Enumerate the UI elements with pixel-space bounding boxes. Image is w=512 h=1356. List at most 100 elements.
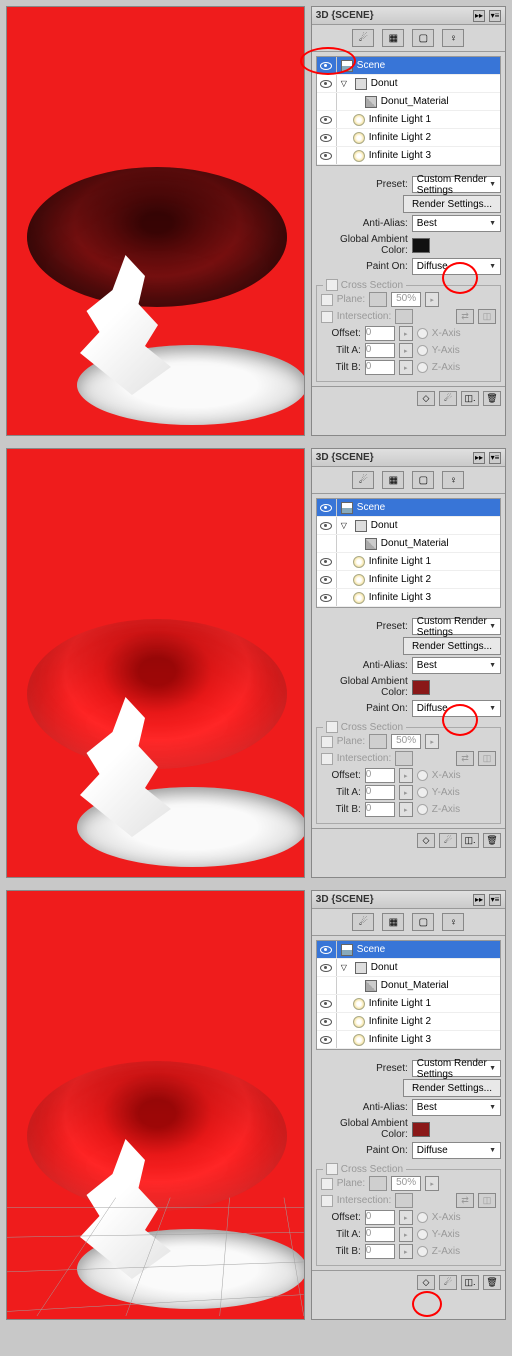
tree-row-donut[interactable]: ▽Donut xyxy=(317,959,500,977)
tree-row-light3[interactable]: Infinite Light 3 xyxy=(317,1031,500,1049)
eye-icon[interactable] xyxy=(320,1000,332,1008)
plane-color-swatch[interactable] xyxy=(369,734,387,749)
menu-icon[interactable]: ▾≡ xyxy=(489,894,501,906)
toggle-light-icon[interactable]: ☄ xyxy=(439,833,457,848)
tilta-input[interactable]: 0 xyxy=(365,1227,395,1242)
stepper-icon[interactable]: ▸ xyxy=(399,1244,413,1259)
eye-icon[interactable] xyxy=(320,80,332,88)
flip-icon[interactable]: ⇄ xyxy=(456,309,474,324)
tree-row-material[interactable]: Donut_Material xyxy=(317,93,500,111)
intersection-checkbox[interactable] xyxy=(321,1195,333,1207)
antialias-dropdown[interactable]: Best xyxy=(412,215,501,232)
tree-row-scene[interactable]: Scene xyxy=(317,941,500,959)
scene-tree[interactable]: Scene ▽Donut Donut_Material Infinite Lig… xyxy=(316,498,501,608)
tree-row-light2[interactable]: Infinite Light 2 xyxy=(317,129,500,147)
eye-icon[interactable] xyxy=(320,504,332,512)
eye-icon[interactable] xyxy=(320,1018,332,1026)
offset-input[interactable]: 0 xyxy=(365,326,395,341)
delete-icon[interactable]: 🗑 xyxy=(483,391,501,406)
xaxis-radio[interactable] xyxy=(417,1212,428,1223)
eye-icon[interactable] xyxy=(320,116,332,124)
tree-row-light3[interactable]: Infinite Light 3 xyxy=(317,589,500,607)
cross-section-checkbox[interactable] xyxy=(326,279,338,291)
eye-icon[interactable] xyxy=(320,964,332,972)
xaxis-radio[interactable] xyxy=(417,770,428,781)
tree-row-donut[interactable]: ▽Donut xyxy=(317,75,500,93)
align-icon[interactable]: ◫ xyxy=(478,1193,496,1208)
delete-icon[interactable]: 🗑 xyxy=(483,833,501,848)
eye-icon[interactable] xyxy=(320,152,332,160)
align-icon[interactable]: ◫ xyxy=(478,751,496,766)
eye-icon[interactable] xyxy=(320,134,332,142)
new-light-icon[interactable]: ◫. xyxy=(461,1275,479,1290)
toggle-light-icon[interactable]: ☄ xyxy=(439,391,457,406)
filter-scene-icon[interactable]: ☄ xyxy=(352,913,374,931)
new-light-icon[interactable]: ◫. xyxy=(461,391,479,406)
yaxis-radio[interactable] xyxy=(417,345,428,356)
zaxis-radio[interactable] xyxy=(417,804,428,815)
yaxis-radio[interactable] xyxy=(417,1229,428,1240)
tree-row-scene[interactable]: Scene xyxy=(317,499,500,517)
zaxis-radio[interactable] xyxy=(417,362,428,373)
tiltb-input[interactable]: 0 xyxy=(365,360,395,375)
tree-row-scene[interactable]: Scene xyxy=(317,57,500,75)
stepper-icon[interactable]: ▸ xyxy=(399,768,413,783)
plane-checkbox[interactable] xyxy=(321,294,333,306)
render-settings-button[interactable]: Render Settings... xyxy=(403,637,501,655)
painton-dropdown[interactable]: Diffuse xyxy=(412,1142,501,1159)
preset-dropdown[interactable]: Custom Render Settings xyxy=(412,1060,501,1077)
tilta-input[interactable]: 0 xyxy=(365,343,395,358)
eye-icon[interactable] xyxy=(320,62,332,70)
menu-icon[interactable]: ▾≡ xyxy=(489,10,501,22)
plane-opacity-input[interactable]: 50% xyxy=(391,734,421,749)
intersection-color-swatch[interactable] xyxy=(395,751,413,766)
toggle-ground-icon[interactable]: ◇ xyxy=(417,833,435,848)
intersection-checkbox[interactable] xyxy=(321,311,333,323)
offset-input[interactable]: 0 xyxy=(365,1210,395,1225)
tiltb-input[interactable]: 0 xyxy=(365,1244,395,1259)
plane-opacity-input[interactable]: 50% xyxy=(391,292,421,307)
zaxis-radio[interactable] xyxy=(417,1246,428,1257)
tree-row-light2[interactable]: Infinite Light 2 xyxy=(317,571,500,589)
stepper-icon[interactable]: ▸ xyxy=(399,785,413,800)
collapse-icon[interactable]: ▸▸ xyxy=(473,452,485,464)
delete-icon[interactable]: 🗑 xyxy=(483,1275,501,1290)
eye-icon[interactable] xyxy=(320,558,332,566)
tree-row-material[interactable]: Donut_Material xyxy=(317,535,500,553)
filter-light-icon[interactable]: ♀ xyxy=(442,471,464,489)
tiltb-input[interactable]: 0 xyxy=(365,802,395,817)
filter-scene-icon[interactable]: ☄ xyxy=(352,29,374,47)
twisty-icon[interactable]: ▽ xyxy=(341,79,351,88)
collapse-icon[interactable]: ▸▸ xyxy=(473,894,485,906)
stepper-icon[interactable]: ▸ xyxy=(425,1176,439,1191)
antialias-dropdown[interactable]: Best xyxy=(412,657,501,674)
toggle-ground-icon[interactable]: ◇ xyxy=(417,391,435,406)
filter-material-icon[interactable]: ▢ xyxy=(412,471,434,489)
tree-row-light1[interactable]: Infinite Light 1 xyxy=(317,995,500,1013)
render-settings-button[interactable]: Render Settings... xyxy=(403,1079,501,1097)
filter-mesh-icon[interactable]: ▦ xyxy=(382,29,404,47)
filter-light-icon[interactable]: ♀ xyxy=(442,913,464,931)
cross-section-checkbox[interactable] xyxy=(326,1163,338,1175)
global-ambient-swatch[interactable] xyxy=(412,680,430,695)
plane-color-swatch[interactable] xyxy=(369,1176,387,1191)
filter-light-icon[interactable]: ♀ xyxy=(442,29,464,47)
toggle-ground-icon[interactable]: ◇ xyxy=(417,1275,435,1290)
filter-mesh-icon[interactable]: ▦ xyxy=(382,471,404,489)
filter-mesh-icon[interactable]: ▦ xyxy=(382,913,404,931)
twisty-icon[interactable]: ▽ xyxy=(341,963,351,972)
tree-row-light3[interactable]: Infinite Light 3 xyxy=(317,147,500,165)
painton-dropdown[interactable]: Diffuse xyxy=(412,700,501,717)
tree-row-light2[interactable]: Infinite Light 2 xyxy=(317,1013,500,1031)
render-settings-button[interactable]: Render Settings... xyxy=(403,195,501,213)
intersection-color-swatch[interactable] xyxy=(395,1193,413,1208)
global-ambient-swatch[interactable] xyxy=(412,1122,430,1137)
new-light-icon[interactable]: ◫. xyxy=(461,833,479,848)
plane-checkbox[interactable] xyxy=(321,1178,333,1190)
painton-dropdown[interactable]: Diffuse xyxy=(412,258,501,275)
eye-icon[interactable] xyxy=(320,522,332,530)
align-icon[interactable]: ◫ xyxy=(478,309,496,324)
stepper-icon[interactable]: ▸ xyxy=(399,1210,413,1225)
eye-icon[interactable] xyxy=(320,946,332,954)
stepper-icon[interactable]: ▸ xyxy=(399,326,413,341)
